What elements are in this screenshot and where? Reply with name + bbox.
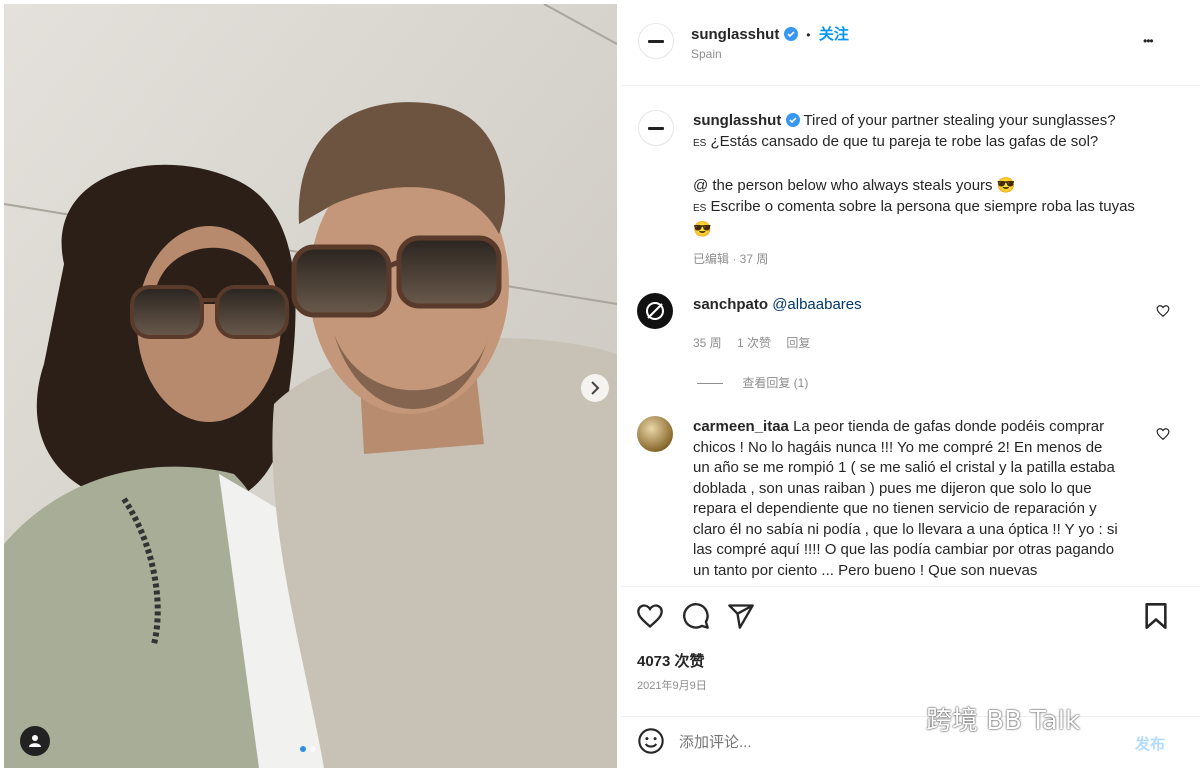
watermark: 跨境 BB Talk	[926, 706, 1080, 736]
post-comment-button[interactable]: 发布	[1135, 733, 1165, 754]
comment-age: 35 周	[693, 336, 722, 350]
caption-line-4: Escribe o comenta sobre la persona que s…	[710, 198, 1135, 215]
tagged-users-button[interactable]	[20, 726, 50, 756]
post-header: sunglasshut • 关注 Spain •••	[621, 0, 1200, 86]
caption-line-3: @ the person below who always steals you…	[693, 177, 1016, 194]
caption-line-1: Tired of your partner stealing your sung…	[803, 112, 1116, 129]
caption: sunglasshut Tired of your partner steali…	[693, 110, 1183, 240]
carousel-dot	[310, 746, 316, 752]
post-side-panel: sunglasshut • 关注 Spain ••• sunglasshut T…	[621, 0, 1200, 772]
comment-line: un año se me rompió 1 ( se me salió el c…	[693, 459, 1115, 476]
like-heart-icon[interactable]	[636, 602, 664, 630]
like-comment-heart-icon[interactable]	[1156, 304, 1170, 318]
comment-username[interactable]: carmeen_itaa	[693, 418, 789, 435]
avatar[interactable]	[638, 23, 674, 59]
brand-logo-icon	[648, 39, 664, 43]
emoji-icon[interactable]	[637, 727, 665, 755]
user-icon	[29, 735, 41, 747]
post-date: 2021年9月9日	[637, 680, 707, 692]
caption-avatar[interactable]	[638, 110, 674, 146]
comment-line: chicos ! No lo hagáis nunca !!! Yo me co…	[693, 438, 1103, 456]
separator: •	[806, 28, 811, 42]
comment-likes[interactable]: 1 次赞	[737, 336, 771, 350]
carousel-indicator	[300, 746, 316, 752]
save-bookmark-icon[interactable]	[1143, 602, 1169, 630]
comment-line: un tanto por ciento ... Pero bueno ! Que…	[693, 561, 1038, 579]
account-username[interactable]: sunglasshut	[691, 26, 779, 43]
empty-set-logo-icon	[646, 302, 664, 320]
caption-line-2: ¿Estás cansado de que tu pareja te robe …	[710, 133, 1099, 150]
comment-line: doblada , son unas raiban ) pues me dije…	[693, 479, 1092, 497]
comment-bubble-icon[interactable]	[682, 602, 710, 630]
comment-meta: 35 周 1 次赞 回复	[693, 334, 810, 351]
verified-badge-icon	[785, 113, 800, 127]
language-tag: ES	[693, 203, 707, 214]
brand-logo-icon	[648, 126, 664, 130]
commenter-avatar[interactable]	[637, 293, 673, 329]
commenter-avatar[interactable]	[637, 416, 673, 452]
comment-username[interactable]: sanchpato	[693, 296, 768, 313]
view-replies-label: 查看回复 (1)	[742, 376, 809, 390]
view-replies-button[interactable]: 查看回复 (1)	[697, 374, 808, 391]
divider-line	[697, 383, 723, 385]
selfie-image	[4, 4, 617, 768]
carousel-next-button[interactable]	[581, 374, 609, 402]
comment: carmeen_itaa La peor tienda de gafas don…	[693, 417, 1163, 581]
comment-line: las compré aquí !!!! O que las podía cam…	[693, 541, 1115, 558]
verified-badge-icon	[783, 27, 798, 41]
comment-line: claro él no sabía ni podía , que lo llev…	[693, 520, 1118, 538]
comment-line: repara el dependiente que no tienen serv…	[693, 500, 1097, 517]
language-tag: ES	[693, 138, 707, 149]
more-options-icon[interactable]: •••	[1143, 34, 1154, 48]
share-send-icon[interactable]	[727, 602, 755, 630]
carousel-dot-active	[300, 746, 306, 752]
comment-composer: 发布	[621, 716, 1200, 772]
chevron-right-icon	[591, 381, 600, 395]
post-location[interactable]: Spain	[691, 47, 722, 61]
reply-button[interactable]: 回复	[786, 336, 810, 350]
comment-mention[interactable]: @albaabares	[772, 296, 861, 313]
like-count[interactable]: 4073 次赞	[637, 650, 705, 671]
like-comment-heart-icon[interactable]	[1156, 427, 1170, 441]
comment: sanchpato @albaabares	[693, 294, 862, 315]
comment-line: La peor tienda de gafas donde podéis com…	[793, 418, 1105, 435]
caption-username[interactable]: sunglasshut	[693, 112, 781, 129]
post-photo[interactable]	[4, 4, 617, 768]
caption-line-5: 😎	[693, 221, 712, 238]
post-actions: 4073 次赞 2021年9月9日	[621, 586, 1200, 716]
caption-meta: 已编辑 · 37 周	[693, 252, 769, 266]
follow-button[interactable]: 关注	[819, 26, 849, 43]
